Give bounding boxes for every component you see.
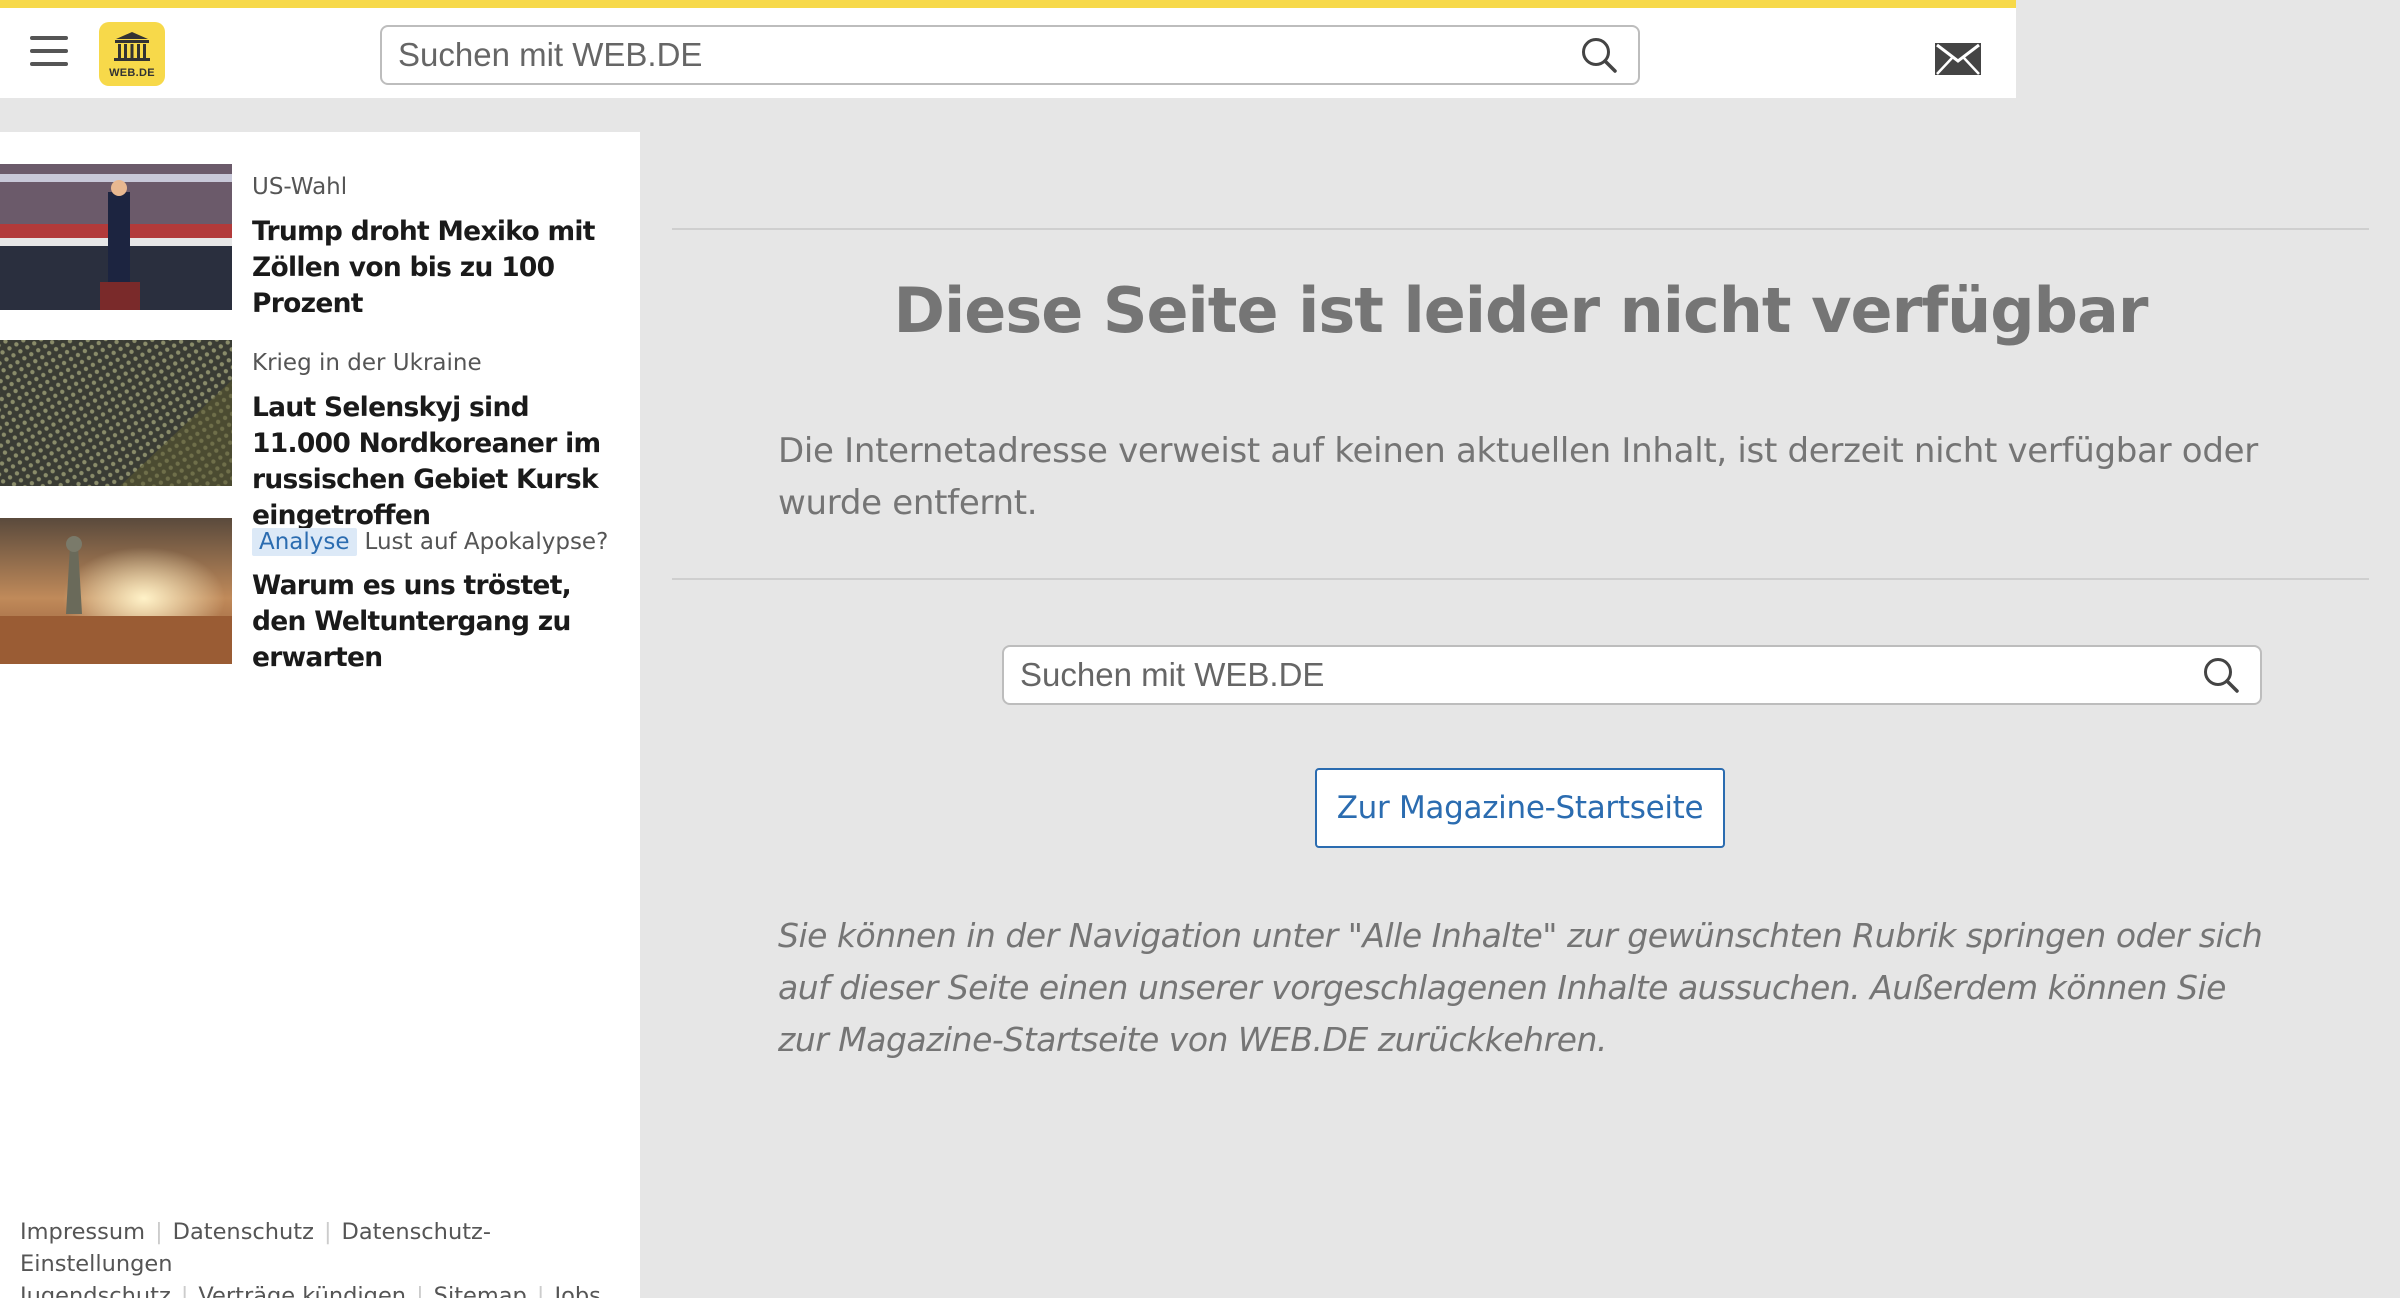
analysis-badge: Analyse xyxy=(252,528,357,556)
search-icon[interactable] xyxy=(2202,656,2240,694)
menu-icon[interactable] xyxy=(30,36,68,66)
teaser-kicker-text: Lust auf Apokalypse? xyxy=(364,529,609,555)
teaser-item[interactable]: Analyse Lust auf Apokalypse? Warum es uns… xyxy=(0,518,640,673)
teaser-kicker: US-Wahl xyxy=(252,174,348,200)
top-header: WEB.DE xyxy=(0,0,2016,98)
footer-link-impressum[interactable]: Impressum xyxy=(20,1219,145,1245)
footer-links: Impressum | Datenschutz | Datenschutz-Einste… xyxy=(20,1216,630,1298)
page-title: Diese Seite ist leider nicht verfügbar xyxy=(893,274,2149,347)
logo-text: WEB.DE xyxy=(109,67,155,79)
teaser-kicker: Analyse Lust auf Apokalypse? xyxy=(252,528,608,556)
teaser-image xyxy=(0,164,232,310)
footer-link-jugendschutz[interactable]: Jugendschutz xyxy=(20,1283,171,1298)
teaser-image xyxy=(0,518,232,664)
magazine-home-button[interactable]: Zur Magazine-Startseite xyxy=(1315,768,1725,848)
main-search-input[interactable] xyxy=(1020,647,2186,703)
brandenburg-gate-icon xyxy=(114,32,150,61)
teaser-image xyxy=(0,340,232,486)
navigation-hint: Sie können in der Navigation unter "Alle… xyxy=(778,916,2263,1059)
divider xyxy=(672,578,2369,580)
search-icon[interactable] xyxy=(1580,36,1618,74)
header-search[interactable] xyxy=(380,25,1640,85)
main-search[interactable] xyxy=(1002,645,2262,705)
error-description: Die Internetadresse verweist auf keinen … xyxy=(778,431,2258,523)
footer-link-sitemap[interactable]: Sitemap xyxy=(434,1283,527,1298)
teaser-sidebar: US-Wahl Trump droht Mexiko mit Zöllen vo… xyxy=(0,132,640,1298)
header-search-input[interactable] xyxy=(398,27,1564,83)
footer-link-jobs[interactable]: Jobs xyxy=(554,1283,600,1298)
teaser-headline[interactable]: Trump droht Mexiko mit Zöllen von bis zu… xyxy=(252,214,632,322)
teaser-headline[interactable]: Laut Selenskyj sind 11.000 Nordkoreaner … xyxy=(252,390,632,534)
divider xyxy=(672,228,2369,230)
footer-link-vertraege-kuendigen[interactable]: Verträge kündigen xyxy=(198,1283,406,1298)
teaser-item[interactable]: Krieg in der Ukraine Laut Selenskyj sind… xyxy=(0,340,640,531)
teaser-item[interactable]: US-Wahl Trump droht Mexiko mit Zöllen vo… xyxy=(0,164,640,319)
footer-link-datenschutz[interactable]: Datenschutz xyxy=(173,1219,314,1245)
teaser-kicker: Krieg in der Ukraine xyxy=(252,350,482,376)
mail-icon[interactable] xyxy=(1935,43,1981,75)
teaser-headline[interactable]: Warum es uns tröstet, den Weltuntergang … xyxy=(252,568,632,676)
webde-logo[interactable]: WEB.DE xyxy=(99,22,165,86)
